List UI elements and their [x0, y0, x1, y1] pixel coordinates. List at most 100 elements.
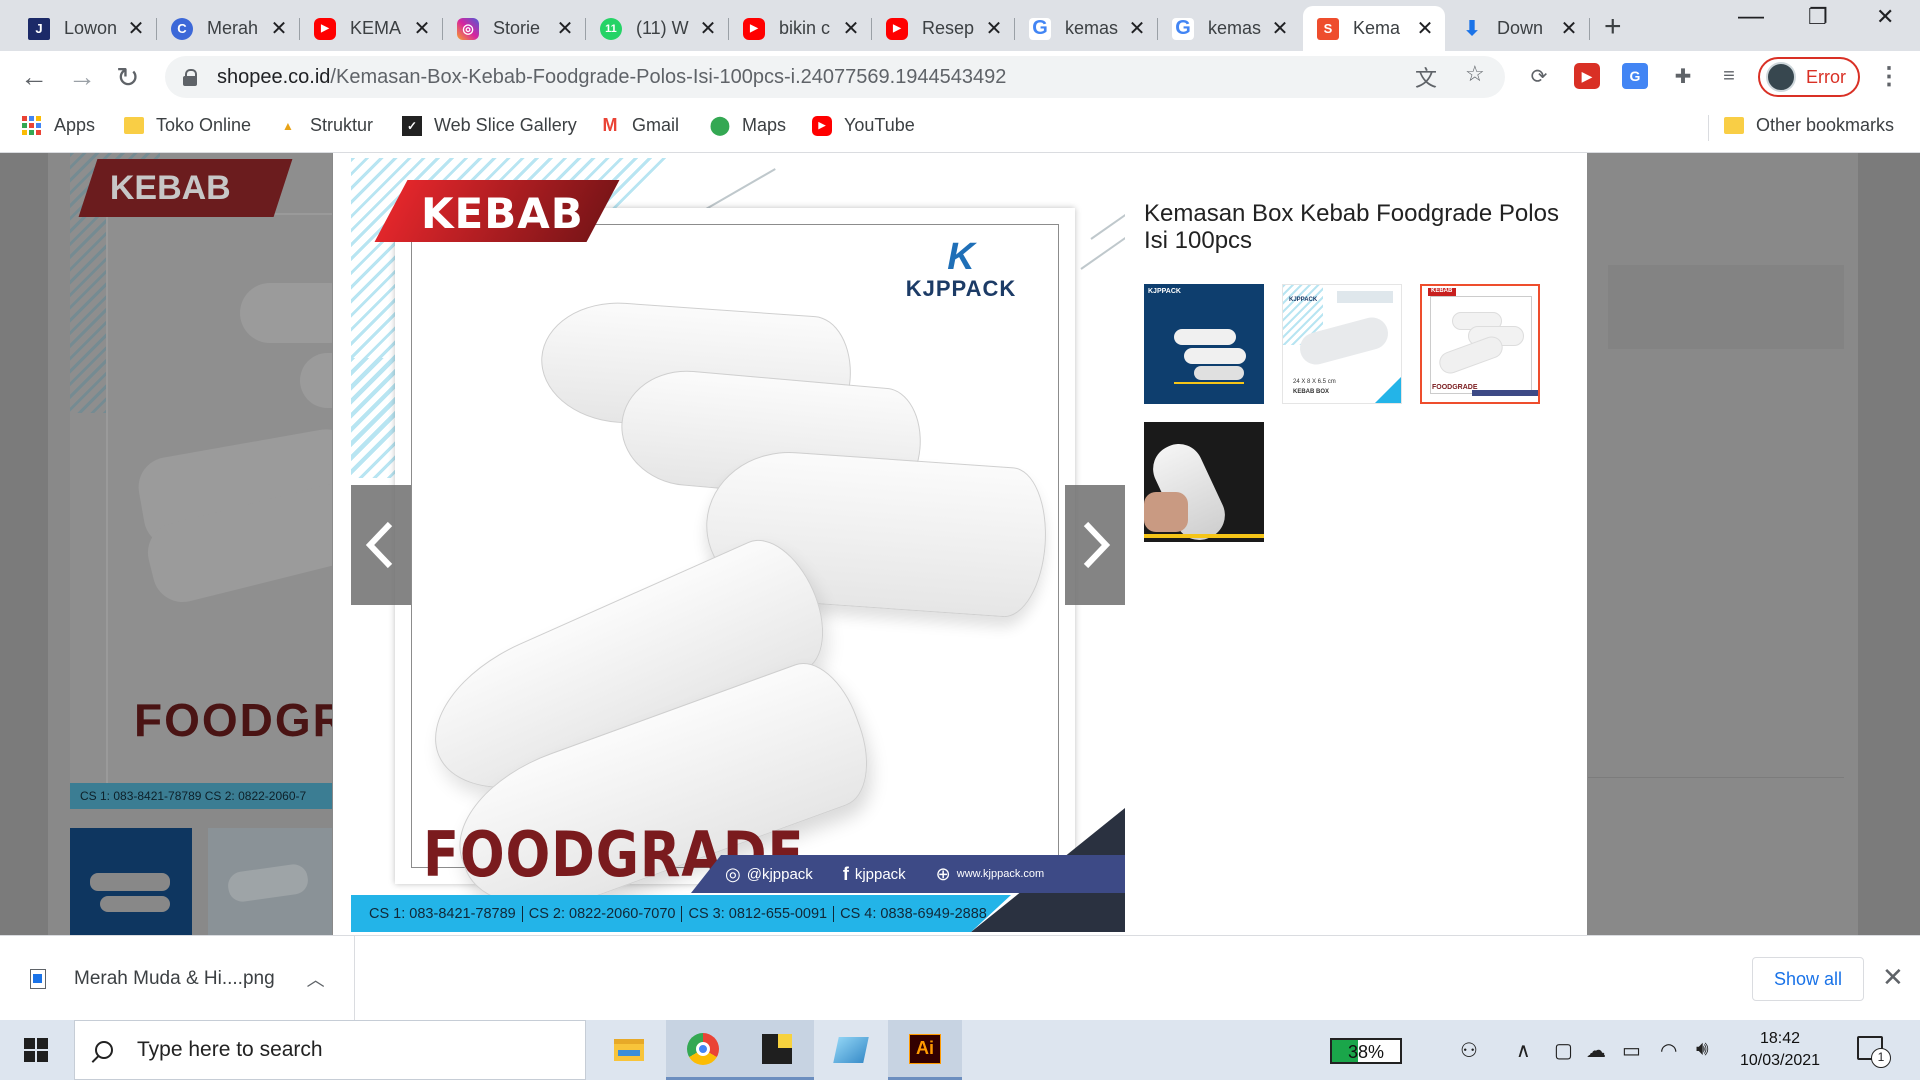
download-item[interactable]: Merah Muda & Hi....png ︿ — [0, 936, 355, 1021]
deco-line — [1080, 233, 1125, 270]
close-icon[interactable]: ✕ — [1559, 16, 1579, 41]
bookmark-other[interactable]: Other bookmarks — [1724, 115, 1894, 136]
download-icon: ⬇ — [1463, 18, 1481, 40]
bookmark-toko-online[interactable]: Toko Online — [124, 115, 251, 136]
brand-mark: K — [947, 236, 975, 278]
thumbnail-4[interactable] — [1144, 422, 1264, 542]
bookmark-gmail[interactable]: M Gmail — [600, 115, 680, 136]
volume-icon[interactable]: 🔊︎ — [1696, 1038, 1709, 1061]
headline-text: FOODGRAD — [134, 694, 332, 746]
box-shape — [240, 283, 332, 343]
people-icon[interactable]: ⚇ — [1460, 1038, 1478, 1063]
sticky-notes-icon[interactable] — [740, 1020, 814, 1080]
battery-indicator[interactable]: 38% — [1330, 1038, 1402, 1064]
minimize-button[interactable]: — — [1738, 0, 1764, 31]
next-image-button[interactable] — [1065, 485, 1125, 605]
tab-download[interactable]: ⬇ Down ✕ — [1447, 6, 1590, 51]
tab-jobstreet[interactable]: J Lowon ✕ — [14, 6, 157, 51]
translate-icon[interactable]: 文 — [1415, 61, 1437, 93]
close-icon[interactable]: ✕ — [555, 16, 575, 41]
tab-google-1[interactable]: G kemas ✕ — [1015, 6, 1158, 51]
bookmark-maps[interactable]: ⬤ Maps — [710, 115, 786, 136]
video-extension-icon[interactable]: ▶ — [1574, 63, 1600, 89]
close-icon[interactable]: ✕ — [412, 16, 432, 41]
thumbnail-3-selected[interactable]: KEBAB FOODGRADE — [1420, 284, 1540, 404]
thumbnail-2[interactable]: KJPPACK 24 X 8 X 6.5 cm KEBAB BOX — [1282, 284, 1402, 404]
extensions-puzzle-icon[interactable]: ✚ — [1670, 63, 1696, 89]
bookmark-label: Gmail — [632, 115, 680, 135]
close-icon[interactable]: ✕ — [1127, 16, 1147, 41]
tab-youtube-resep[interactable]: ▶ Resep ✕ — [872, 6, 1015, 51]
google-translate-extension-icon[interactable]: G — [1622, 63, 1648, 89]
tab-instagram[interactable]: ◎ Storie ✕ — [443, 6, 586, 51]
bookmark-label: Maps — [742, 115, 787, 135]
sync-extension-icon[interactable]: ⟳ — [1526, 63, 1552, 89]
search-icon — [95, 1041, 113, 1059]
wifi-icon[interactable]: ◠ — [1660, 1038, 1677, 1063]
tab-youtube-bikin[interactable]: ▶ bikin c ✕ — [729, 6, 872, 51]
tab-google-2[interactable]: G kemas ✕ — [1158, 6, 1300, 51]
chevron-left-icon — [365, 521, 393, 569]
battery-tray-icon[interactable]: ▭ — [1622, 1038, 1641, 1063]
youtube-icon: ▶ — [886, 17, 908, 40]
restore-button[interactable]: ❐ — [1808, 4, 1828, 30]
contact-strip: CS 1: 083-8421-78789 CS 2: 0822-2060-707… — [351, 895, 1011, 932]
address-bar[interactable]: shopee.co.id/Kemasan-Box-Kebab-Foodgrade… — [165, 56, 1505, 98]
close-window-button[interactable]: ✕ — [1876, 4, 1894, 30]
prev-image-button[interactable] — [351, 485, 411, 605]
profile-status-label: Error — [1806, 66, 1846, 87]
close-icon[interactable]: ✕ — [698, 16, 718, 41]
windows-start-button[interactable] — [24, 1038, 48, 1062]
show-all-button[interactable]: Show all — [1752, 957, 1864, 1001]
tab-title: Kema — [1353, 18, 1401, 38]
bookmark-web-slice-gallery[interactable]: ✓ Web Slice Gallery — [402, 115, 577, 136]
jobstreet-icon: J — [28, 17, 50, 40]
menu-kebab-icon[interactable]: ⋮ — [1876, 63, 1902, 90]
tab-title: kemas — [1065, 18, 1119, 38]
action-center-icon[interactable]: 1 — [1857, 1036, 1891, 1068]
close-icon[interactable]: ✕ — [269, 16, 289, 41]
onedrive-cloud-icon[interactable]: ☁ — [1586, 1038, 1606, 1063]
forward-button[interactable]: → — [68, 61, 96, 93]
taskbar-search-box[interactable]: Type here to search — [74, 1020, 586, 1080]
bookmark-apps[interactable]: Apps — [22, 115, 95, 136]
tab-whatsapp[interactable]: 11 (11) W ✕ — [586, 6, 729, 51]
chevron-up-icon[interactable]: ︿ — [307, 966, 325, 992]
close-icon[interactable]: ✕ — [126, 16, 146, 41]
chevron-right-icon — [1083, 521, 1111, 569]
tab-canva[interactable]: C Merah ✕ — [157, 6, 300, 51]
close-icon[interactable]: ✕ — [1415, 16, 1435, 41]
close-icon[interactable]: ✕ — [841, 16, 861, 41]
reload-button[interactable]: ↻ — [116, 61, 139, 94]
bookmark-star-icon[interactable]: ☆ — [1465, 61, 1485, 87]
illustrator-icon[interactable]: Ai — [888, 1020, 962, 1080]
close-icon[interactable]: ✕ — [1882, 962, 1904, 993]
close-icon[interactable]: ✕ — [1270, 16, 1290, 41]
profile-button[interactable]: Error — [1758, 57, 1860, 97]
search-placeholder: Type here to search — [137, 1038, 323, 1061]
tab-youtube-kemasan[interactable]: ▶ KEMA ✕ — [300, 6, 443, 51]
tab-shopee-active[interactable]: S Kema ✕ — [1303, 6, 1445, 51]
tab-title: Storie — [493, 18, 541, 38]
chevron-up-icon[interactable]: ∧ — [1516, 1038, 1531, 1063]
thumbnail-1[interactable]: KJPPACK — [1144, 284, 1264, 404]
banner-text: KEBAB — [421, 189, 584, 238]
bookmarks-divider — [1708, 115, 1709, 141]
dimmed-thumbnail-1[interactable] — [70, 828, 192, 935]
url-path: /Kemasan-Box-Kebab-Foodgrade-Polos-Isi-1… — [330, 65, 1007, 88]
shopee-icon: S — [1317, 17, 1339, 40]
file-explorer-icon[interactable] — [592, 1020, 666, 1080]
paint-3d-icon[interactable] — [814, 1020, 888, 1080]
meet-now-icon[interactable]: ▢ — [1554, 1038, 1573, 1063]
bookmark-struktur[interactable]: ▲ Struktur — [278, 115, 373, 136]
close-icon[interactable]: ✕ — [984, 16, 1004, 41]
media-control-icon[interactable]: ≡ — [1716, 63, 1742, 89]
avatar — [1766, 62, 1796, 92]
back-button[interactable]: ← — [20, 61, 48, 93]
new-tab-button[interactable]: + — [1604, 10, 1622, 44]
system-clock[interactable]: 18:42 10/03/2021 — [1735, 1028, 1825, 1072]
chrome-icon[interactable] — [666, 1020, 740, 1080]
tab-title: bikin c — [779, 18, 831, 38]
bookmark-youtube[interactable]: ▶ YouTube — [812, 115, 915, 136]
dimmed-thumbnail-2[interactable] — [208, 828, 332, 935]
